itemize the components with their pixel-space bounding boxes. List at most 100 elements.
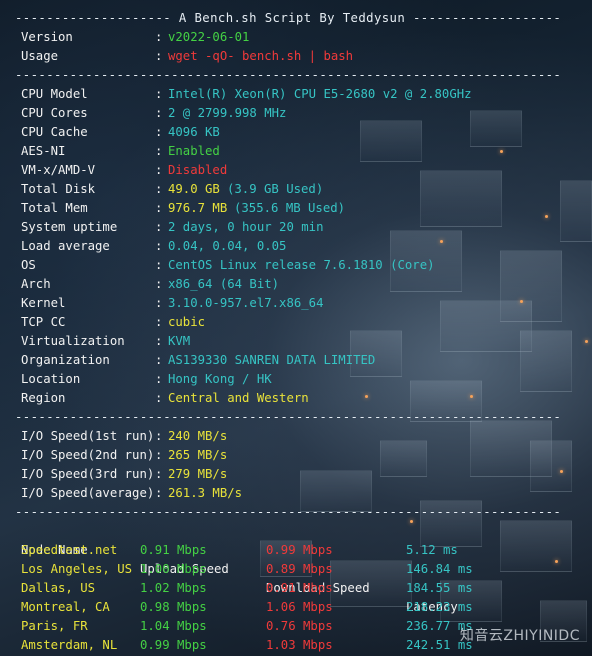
upload-speed: 0.98 Mbps — [140, 600, 207, 614]
info-key: CPU Cache — [21, 125, 88, 139]
watermark-logo: 知音云ZHIYINIDC — [459, 628, 580, 644]
colon-separator: : — [155, 201, 163, 215]
colon-separator: : — [155, 49, 163, 63]
upload-speed: 1.04 Mbps — [140, 619, 207, 633]
download-speed: 0.91 Mbps — [266, 581, 333, 595]
info-key: CPU Cores — [21, 106, 88, 120]
info-key: Load average — [21, 239, 110, 253]
speedtest-row: Dallas, US 1.02 Mbps 0.91 Mbps 184.55 ms — [15, 579, 592, 598]
colon-separator: : — [155, 486, 163, 500]
info-key: VM-x/AMD-V — [21, 163, 96, 177]
info-value: wget -qO- bench.sh | bash — [168, 49, 354, 63]
info-value: v2022-06-01 — [168, 30, 250, 44]
system-info-row: Organization: AS139330 SANREN DATA LIMITE… — [15, 351, 592, 370]
info-value: Hong Kong / HK — [168, 372, 272, 386]
node-name: Montreal, CA — [21, 600, 110, 614]
colon-separator: : — [155, 163, 163, 177]
section-separator: ----------------------------------------… — [15, 505, 562, 519]
system-info-row: VM-x/AMD-V: Disabled — [15, 161, 592, 180]
system-info-row: Arch: x86_64 (64 Bit) — [15, 275, 592, 294]
speedtest-row: Los Angeles, US 1.00 Mbps 0.89 Mbps 146.84 … — [15, 560, 592, 579]
system-info-row: TCP CC: cubic — [15, 313, 592, 332]
colon-separator: : — [155, 106, 163, 120]
info-key: Usage — [21, 49, 59, 63]
system-info-row: Region: Central and Western — [15, 389, 592, 408]
download-speed: 0.99 Mbps — [266, 543, 333, 557]
colon-separator: : — [155, 30, 163, 44]
info-value: 3.10.0-957.el7.x86_64 — [168, 296, 324, 310]
system-info-row: AES-NI: Enabled — [15, 142, 592, 161]
node-name: Dallas, US — [21, 581, 96, 595]
info-value: 4096 KB — [168, 125, 220, 139]
latency: 218.23 ms — [406, 600, 473, 614]
terminal-output: -------------------- A Bench.sh Script B… — [15, 9, 592, 655]
info-key: TCP CC — [21, 315, 66, 329]
io-value: 265 MB/s — [168, 448, 228, 462]
colon-separator: : — [155, 125, 163, 139]
node-name: Los Angeles, US — [21, 562, 133, 576]
colon-separator: : — [155, 391, 163, 405]
info-key: Total Mem — [21, 201, 88, 215]
system-info-row: Virtualization: KVM — [15, 332, 592, 351]
info-value: KVM — [168, 334, 191, 348]
io-value: 240 MB/s — [168, 429, 228, 443]
info-value: Central and Western — [168, 391, 309, 405]
colon-separator: : — [155, 87, 163, 101]
io-speed-row: I/O Speed(3rd run):279 MB/s — [15, 465, 592, 484]
latency: 5.12 ms — [406, 543, 458, 557]
latency: 184.55 ms — [406, 581, 473, 595]
upload-speed: 1.02 Mbps — [140, 581, 207, 595]
system-info-row: CPU Cache:4096 KB — [15, 123, 592, 142]
info-value: 49.0 GB — [168, 182, 220, 196]
io-key: I/O Speed(2nd run) — [21, 448, 155, 462]
colon-separator: : — [155, 429, 163, 443]
speedtest-header-row: Node Name Upload Speed Download Speed La… — [15, 522, 592, 614]
info-value-extra: (3.9 GB Used) — [227, 182, 324, 196]
header-separator: -------------------- A Bench.sh Script B… — [15, 11, 562, 25]
meta-row: Version: v2022-06-01 — [15, 28, 592, 47]
io-speed-row: I/O Speed(2nd run):265 MB/s — [15, 446, 592, 465]
info-value: Intel(R) Xeon(R) CPU E5-2680 v2 @ 2.80GH… — [168, 87, 472, 101]
system-info-row: OS: CentOS Linux release 7.6.1810 (Core) — [15, 256, 592, 275]
colon-separator: : — [155, 353, 163, 367]
info-key: Kernel — [21, 296, 66, 310]
info-value: Enabled — [168, 144, 220, 158]
upload-speed: 1.00 Mbps — [140, 562, 207, 576]
system-info-row: CPU Model: Intel(R) Xeon(R) CPU E5-2680 v… — [15, 85, 592, 104]
colon-separator: : — [155, 182, 163, 196]
info-key: OS — [21, 258, 36, 272]
colon-separator: : — [155, 372, 163, 386]
upload-speed: 0.91 Mbps — [140, 543, 207, 557]
info-key: AES-NI — [21, 144, 66, 158]
io-key: I/O Speed(average) — [21, 486, 155, 500]
node-name: Paris, FR — [21, 619, 88, 633]
meta-row: Usage: wget -qO- bench.sh | bash — [15, 47, 592, 66]
io-key: I/O Speed(1st run) — [21, 429, 155, 443]
info-value: cubic — [168, 315, 206, 329]
info-key: Total Disk — [21, 182, 96, 196]
info-value: CentOS Linux release 7.6.1810 (Core) — [168, 258, 435, 272]
meta-section: Version: v2022-06-01 Usage: wget -qO- bench… — [15, 28, 592, 66]
info-key: Arch — [21, 277, 51, 291]
terminal-window: -------------------- A Bench.sh Script B… — [0, 0, 592, 656]
download-speed: 1.06 Mbps — [266, 600, 333, 614]
latency: 146.84 ms — [406, 562, 473, 576]
download-speed: 0.89 Mbps — [266, 562, 333, 576]
colon-separator: : — [155, 296, 163, 310]
colon-separator: : — [155, 448, 163, 462]
info-value: AS139330 SANREN DATA LIMITED — [168, 353, 376, 367]
node-name: Speedtest.net — [21, 543, 118, 557]
speedtest-row: Speedtest.net 0.91 Mbps 0.99 Mbps 5.12 ms — [15, 541, 592, 560]
colon-separator: : — [155, 258, 163, 272]
info-key: Region — [21, 391, 66, 405]
system-info-row: Load average:0.04, 0.04, 0.05 — [15, 237, 592, 256]
info-value: 2 days, 0 hour 20 min — [168, 220, 324, 234]
colon-separator: : — [155, 334, 163, 348]
info-value: x86_64 (64 Bit) — [168, 277, 280, 291]
system-info-row: Total Mem:976.7 MB (355.6 MB Used) — [15, 199, 592, 218]
system-info-row: System uptime:2 days, 0 hour 20 min — [15, 218, 592, 237]
info-key: Virtualization — [21, 334, 125, 348]
io-value: 279 MB/s — [168, 467, 228, 481]
info-key: System uptime — [21, 220, 118, 234]
colon-separator: : — [155, 239, 163, 253]
